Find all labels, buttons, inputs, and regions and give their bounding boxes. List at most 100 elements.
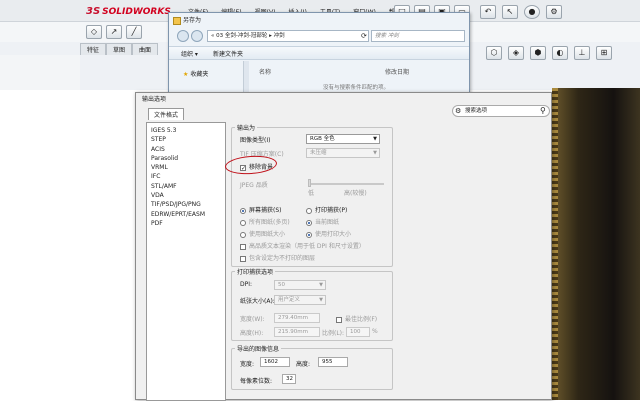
info-height-value: 955 [318,357,348,367]
output-as-label: 输出为 [235,123,258,132]
view-orientation-icon[interactable]: ⬡ [486,46,502,60]
info-width-label: 宽度: [240,361,255,368]
radio-selected-icon [306,219,312,226]
list-item[interactable]: STEP [151,135,225,144]
list-item[interactable]: EDRW/EPRT/EASM [151,210,225,219]
star-icon: ★ [183,71,189,78]
tab-features[interactable]: 特征 [80,43,107,55]
list-item[interactable]: STL/AMF [151,182,225,191]
info-height-label: 高度: [296,361,311,368]
paper-size-select[interactable]: 用户定义 [274,295,326,305]
sheet-size-radio[interactable]: 使用图纸大小 [240,229,285,238]
image-info-label: 导出的图像信息 [235,344,282,353]
export-title: 输出选项 [142,96,167,103]
extrude-icon[interactable]: ◇ [86,25,102,39]
display-style-icon[interactable]: ◈ [508,46,524,60]
list-item[interactable]: VRML [151,163,225,172]
screen-capture-radio[interactable]: 屏幕捕获(S) [240,205,282,214]
section-view-icon[interactable]: ⬢ [530,46,546,60]
list-item[interactable]: IFC [151,172,225,181]
list-item[interactable]: PDF [151,219,225,228]
width-input[interactable]: 279.40mm [274,313,320,323]
print-capture-radio[interactable]: 打印捕获(P) [306,205,347,214]
sheet-size-label: 使用图纸大小 [249,231,286,238]
slider-thumb[interactable] [308,179,311,187]
print-size-radio[interactable]: 使用打印大小 [306,229,351,238]
revolve-icon[interactable]: ↗ [106,25,122,39]
list-item[interactable]: IGES 5.3 [151,126,225,135]
select-pointer-icon[interactable]: ↖ [502,5,518,19]
back-button[interactable] [177,30,189,42]
column-header-name[interactable]: 名称 [259,67,271,76]
tab-file-format[interactable]: 文件格式 [148,108,185,120]
empty-message: 没有与搜索条件匹配的项。 [323,85,390,91]
info-width-value: 1602 [260,357,290,367]
radio-icon [240,231,246,238]
search-icon[interactable]: ⚲ [540,106,546,115]
hide-show-icon[interactable]: ◐ [552,46,568,60]
options-search-text: 搜索选项 [465,108,488,114]
scene-icon[interactable]: ⊞ [596,46,612,60]
jpeg-quality-slider[interactable] [308,183,384,185]
refresh-icon[interactable]: ⟳ [361,32,367,40]
save-as-title-text: 另存为 [183,17,202,24]
height-input[interactable]: 215.90mm [274,327,320,337]
list-item[interactable]: VDA [151,191,225,200]
height-label: 高度(H): [240,330,264,337]
include-hidden-layers-checkbox[interactable]: 包含设定为不打印的图层 [240,253,315,262]
column-header-date[interactable]: 修改日期 [385,67,409,76]
slider-high-label: 高(较慢) [344,190,367,197]
folder-icon [173,16,181,25]
list-item[interactable]: ACIS [151,145,225,154]
print-capture-label: 打印捕获(P) [315,207,348,214]
save-as-search-input[interactable]: 搜索 冲剑 [371,30,465,42]
line-tool-icon[interactable]: ╱ [126,25,142,39]
checkbox-icon [336,316,342,323]
list-item[interactable]: TIF/PSD/JPG/PNG [151,200,225,209]
slider-low-label: 低 [308,190,315,197]
dpi-select[interactable]: 50 [274,280,326,290]
solidworks-logo: 3S SOLIDWORKS [86,6,171,17]
bits-per-pixel-label: 每像素位数: [240,378,273,385]
new-folder-button[interactable]: 新建文件夹 [213,49,243,58]
logo-text: SOLIDWORKS [102,7,171,17]
bits-per-pixel-value: 32 [282,374,296,384]
organize-button[interactable]: 组织 ▾ [181,49,198,58]
tiff-compression-select[interactable]: 未压缩 [306,148,380,158]
best-scale-checkbox[interactable]: 最佳比例(F) [336,314,377,323]
image-type-select[interactable]: RGB 全色 [306,134,380,144]
export-options-dialog: 输出选项 文件格式 ⚙ 搜索选项 ⚲ IGES 5.3 STEP ACIS Par… [135,92,552,401]
current-sheet-label: 当前图纸 [315,219,340,226]
scale-input[interactable]: 100 [346,327,370,337]
tab-sketch[interactable]: 草图 [106,43,133,55]
options-search-input[interactable]: ⚙ 搜索选项 [452,105,550,117]
list-item[interactable]: Parasolid [151,154,225,163]
appearance-icon[interactable]: ⊥ [574,46,590,60]
all-sheets-label: 所有图纸(多页) [249,219,290,226]
radio-icon [306,207,312,214]
view-toolbar: ⬡ ◈ ⬢ ◐ ⊥ ⊞ [476,46,640,60]
save-as-title: 另存为 [173,15,201,25]
current-sheet-radio[interactable]: 当前图纸 [306,217,339,226]
forward-button[interactable] [191,30,203,42]
hq-text-checkbox[interactable]: 高品质文本渲染（用于低 DPI 和尺寸设置） [240,241,365,250]
radio-selected-icon [306,231,312,238]
all-sheets-radio[interactable]: 所有图纸(多页) [240,217,290,226]
command-tabs: 特征 草图 曲面 [80,43,159,55]
best-scale-label: 最佳比例(F) [345,316,378,323]
undo-icon[interactable]: ↶ [480,5,496,19]
options-gear-icon[interactable]: ⚙ [546,5,562,19]
print-size-label: 使用打印大小 [315,231,352,238]
dpi-label: DPI: [240,281,253,288]
scale-label: 比例(L): [322,330,345,337]
paper-size-label: 纸张大小(A): [240,298,275,305]
image-type-label: 图像类型(I) [240,137,271,144]
favorites-item[interactable]: ★ 收藏夹 [183,69,208,78]
ds-logo-icon: 3S [86,6,101,17]
jpeg-quality-label: JPEG 品质 [240,182,268,189]
tab-surface[interactable]: 曲面 [132,43,159,55]
address-bar[interactable]: « 03 全剑-冲剑-冠部轮 ▸ 冲剑 [207,30,369,42]
traffic-light-icon[interactable]: ● [524,5,540,19]
radio-selected-icon [240,207,246,214]
model-edge-stripe [552,88,558,400]
